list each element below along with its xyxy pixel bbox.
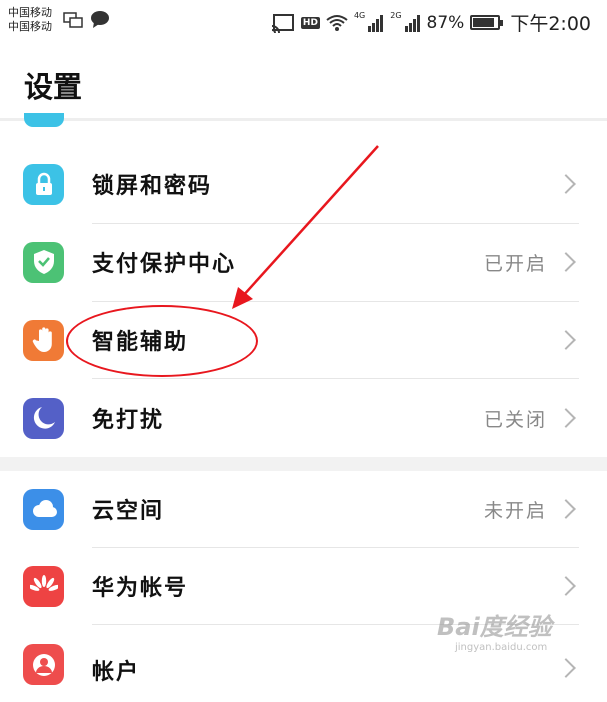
settings-item-label: 锁屏和密码 (92, 174, 213, 199)
settings-item-label: 支付保护中心 (92, 252, 237, 277)
settings-item-status: 未开启 (483, 499, 547, 522)
signal-1-icon (368, 14, 384, 32)
divider (92, 378, 579, 379)
page-title: 设置 (24, 70, 83, 104)
person-icon (23, 644, 64, 685)
chevron-right-icon (556, 252, 576, 272)
baidu-jingyan-watermark: Bai度经验 jingyan.baidu.com (437, 607, 577, 653)
message-icon (91, 11, 109, 28)
settings-item-label: 华为帐号 (92, 576, 189, 601)
wifi-icon (326, 14, 348, 31)
partially-hidden-icon (24, 113, 64, 127)
carrier-2-label: 中国移动 (8, 20, 52, 33)
settings-item-lock-screen[interactable]: 锁屏和密码 (0, 146, 607, 222)
section-gap (0, 457, 607, 471)
hd-badge: HD (300, 16, 320, 29)
clock: 下午2:00 (510, 13, 591, 35)
battery-level-fill (473, 18, 495, 27)
settings-item-status: 已关闭 (483, 408, 547, 431)
settings-item-label: 帐户 (92, 660, 141, 685)
lock-icon (23, 163, 64, 205)
huawei-logo-icon (23, 565, 64, 607)
carrier-info: 中国移动 中国移动 (8, 6, 52, 34)
watermark-sub-text: jingyan.baidu.com (455, 642, 548, 653)
chevron-right-icon (556, 658, 576, 678)
chevron-right-icon (556, 408, 576, 428)
settings-item-label: 免打扰 (92, 408, 165, 433)
settings-item-label: 云空间 (92, 499, 165, 524)
hand-icon (23, 319, 64, 361)
header-divider (0, 118, 607, 121)
shield-check-icon (23, 241, 64, 283)
settings-item-cloud-space[interactable]: 云空间 未开启 (0, 471, 607, 547)
status-icons: HD 4G 2G 87% 下午2:00 (271, 9, 591, 36)
signal-2-icon (404, 14, 420, 32)
settings-item-payment-protection[interactable]: 支付保护中心 已开启 (0, 224, 607, 300)
sim1-network-type: 4G (353, 11, 366, 20)
chevron-right-icon (556, 330, 576, 350)
settings-item-status: 已开启 (483, 252, 547, 275)
status-bar: 中国移动 中国移动 HD 4G 2G 87% 下午2:00 (0, 0, 607, 46)
sim-switch-icon (63, 12, 83, 28)
settings-item-do-not-disturb[interactable]: 免打扰 已关闭 (0, 380, 607, 456)
highlight-ellipse-annotation (66, 305, 258, 377)
sim2-network-type: 2G (390, 11, 402, 20)
carrier-1-label: 中国移动 (8, 6, 52, 19)
battery-percent: 87% (426, 12, 465, 33)
chevron-right-icon (556, 576, 576, 596)
moon-icon (23, 397, 64, 439)
watermark-main-text: Bai度经验 (437, 613, 552, 641)
chevron-right-icon (556, 499, 576, 519)
cloud-icon (23, 488, 64, 530)
cast-icon (271, 13, 294, 33)
battery-icon (470, 15, 504, 30)
chevron-right-icon (556, 174, 576, 194)
